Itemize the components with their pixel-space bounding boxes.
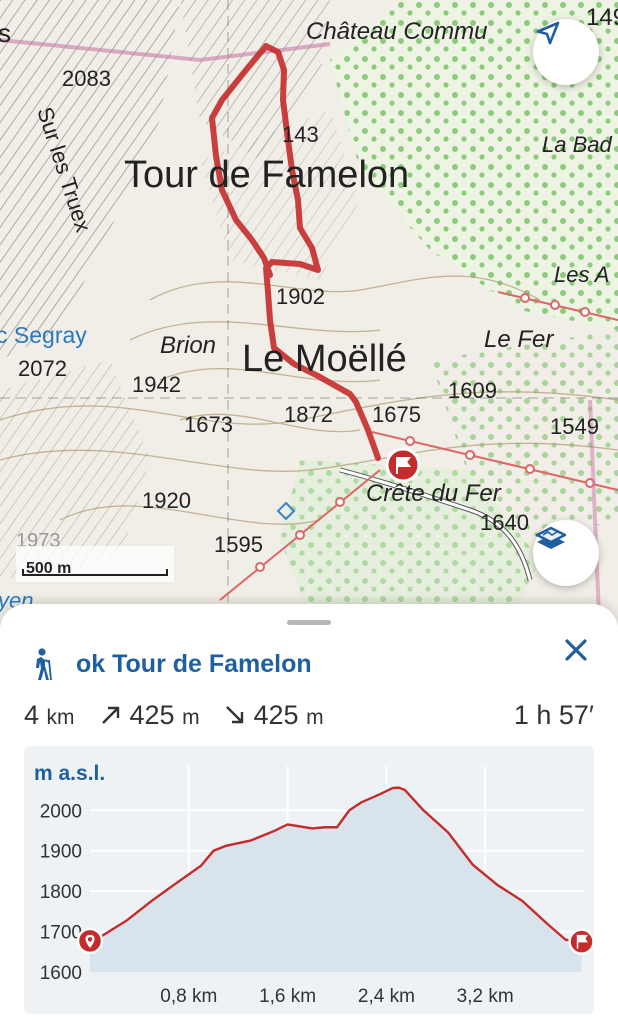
map-label: s: [0, 18, 11, 48]
map-label: 2083: [62, 66, 111, 91]
descent-unit: m: [306, 706, 324, 729]
route-stats: 4 km 425 m 425 m 1 h 57′: [24, 700, 594, 736]
y-tick-label: 1900: [40, 842, 82, 863]
map-label: 1675: [372, 402, 421, 427]
distance-stat: 4 km: [24, 700, 75, 731]
start-pin-dot: [87, 937, 93, 942]
map-label: La Bad: [542, 132, 612, 157]
map-label: 1673: [184, 412, 233, 437]
drag-handle[interactable]: [287, 620, 331, 625]
locate-button[interactable]: [533, 19, 599, 85]
map-label: 1549: [550, 414, 599, 439]
map-label: 143: [282, 122, 319, 147]
elevation-chart[interactable]: 1600 1700 1800 1900 2000 0,8 km 1,6 km 2,4 km 3,…: [24, 746, 594, 1014]
map-label: 1640: [480, 510, 529, 535]
route-end-marker[interactable]: [385, 447, 421, 483]
map-label: 1872: [284, 402, 333, 427]
descent-arrow-icon: [226, 706, 244, 724]
close-icon[interactable]: [562, 636, 590, 664]
hiker-icon: [36, 648, 52, 681]
x-tick-label: 1,6 km: [259, 986, 316, 1007]
y-tick-label: 2000: [40, 801, 82, 822]
x-tick-label: 2,4 km: [358, 986, 415, 1007]
descent-stat: 425 m: [224, 700, 324, 731]
route-detail-sheet[interactable]: ok Tour de Famelon 4 km 425 m 425 m 1 h …: [0, 604, 618, 1024]
ascent-value: 425: [129, 700, 175, 730]
map-canvas[interactable]: [0, 0, 618, 640]
map-scale-bar: 500 m: [16, 546, 174, 582]
map-label: Brion: [160, 332, 217, 359]
y-tick-label: 1800: [40, 882, 82, 903]
y-tick-label: 1700: [40, 923, 82, 944]
map-label: 1942: [132, 372, 181, 397]
map-label: 1920: [142, 488, 191, 513]
descent-value: 425: [253, 700, 299, 730]
ascent-stat: 425 m: [100, 700, 200, 731]
elevation-profile[interactable]: m a.s.l. 1600 1700 1800 1900 2000 0,8 km 1,6 k…: [24, 746, 594, 1014]
map-layers-icon: [535, 526, 567, 549]
map-label: Crête du Fer: [366, 480, 501, 507]
map-label: Le Fer: [484, 326, 554, 353]
map-label: 1595: [214, 532, 263, 557]
duration-stat: 1 h 57′: [513, 700, 594, 730]
y-tick-label: 1600: [40, 963, 82, 984]
map-label: 2072: [18, 356, 67, 381]
map-layers-button[interactable]: [533, 520, 599, 586]
map-label: c Segray: [0, 322, 87, 348]
x-tick-label: 0,8 km: [160, 986, 217, 1007]
route-title: ok Tour de Famelon: [76, 650, 312, 678]
distance-unit: km: [46, 706, 75, 729]
x-tick-label: 3,2 km: [457, 986, 514, 1007]
map-label: Les A: [554, 262, 610, 287]
map-label: 149: [586, 4, 618, 31]
map-label: Tour de Famelon: [124, 154, 410, 196]
ascent-arrow-icon: [102, 706, 120, 724]
topo-map[interactable]: s Château Commu 149 2083 143 La Bad Tour…: [0, 0, 618, 640]
distance-value: 4: [24, 700, 40, 730]
map-label: 1609: [448, 378, 497, 403]
map-label: Le Moëllé: [242, 338, 407, 380]
ascent-unit: m: [182, 706, 200, 729]
navigation-arrow-icon: [536, 21, 560, 45]
map-label: 1902: [276, 284, 325, 309]
map-label: Château Commu: [306, 18, 488, 45]
elevation-area: [90, 787, 582, 972]
